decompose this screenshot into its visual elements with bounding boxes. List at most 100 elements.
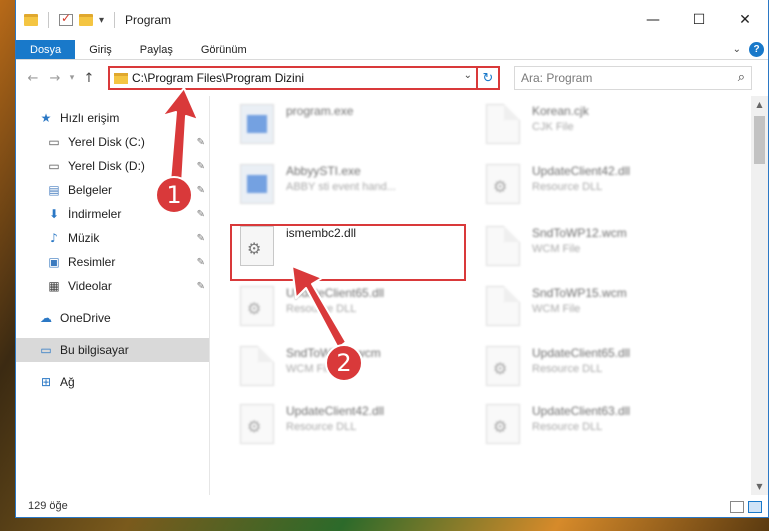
file-name: program.exe	[286, 104, 354, 118]
drive-icon: ▭	[48, 159, 60, 173]
file-type: Resource DLL	[286, 303, 357, 315]
customize-toolbar-icon[interactable]: ▾	[99, 15, 104, 26]
file-item[interactable]: UpdateClient65.dll Resource DLL	[486, 346, 726, 390]
file-item[interactable]: UpdateClient65.dll Resource DLL	[240, 286, 480, 330]
file-name: UpdateClient65.dll	[532, 346, 631, 360]
step-2-badge: 2	[325, 344, 363, 382]
tab-home[interactable]: Giriş	[75, 40, 126, 59]
item-count: 129 öğe	[28, 500, 68, 512]
file-item[interactable]: SndToWP12.wcm WCM File	[486, 226, 726, 270]
chevron-down-icon[interactable]: ⌄	[464, 70, 472, 81]
pictures-icon: ▣	[48, 255, 60, 269]
minimize-button[interactable]: —	[630, 0, 676, 40]
sidebar-item-label: Videolar	[68, 279, 112, 293]
file-item[interactable]: SndToWP15.wcm WCM File	[486, 286, 726, 330]
file-type: CJK File	[532, 121, 574, 133]
recent-locations-icon[interactable]: ▾	[66, 73, 78, 83]
file-type: ABBY sti event hand...	[286, 181, 396, 193]
status-bar: 129 öğe	[16, 495, 768, 517]
file-item[interactable]: AbbyySTI.exe ABBY sti event hand...	[240, 164, 480, 208]
file-type: Resource DLL	[532, 421, 603, 433]
pin-icon[interactable]: ✎	[197, 233, 205, 244]
pin-icon[interactable]: ✎	[197, 161, 205, 172]
quick-access-toolbar: ▾	[24, 11, 119, 28]
exe-icon	[240, 104, 274, 144]
tab-file[interactable]: Dosya	[16, 40, 76, 59]
file-item[interactable]: Korean.cjk CJK File	[486, 104, 726, 148]
file-name: UpdateClient42.dll	[532, 164, 631, 178]
file-name: UpdateClient63.dll	[532, 404, 631, 418]
network-icon: ⊞	[40, 375, 52, 389]
file-type: Resource DLL	[532, 181, 603, 193]
file-type: Resource DLL	[532, 363, 603, 375]
pin-icon[interactable]: ✎	[197, 257, 205, 268]
sidebar-item-network[interactable]: ⊞ Ağ	[16, 370, 209, 394]
up-icon[interactable]: ↑	[78, 71, 100, 86]
file-item[interactable]: UpdateClient42.dll Resource DLL	[486, 164, 726, 208]
folder-icon	[114, 72, 128, 84]
file-item[interactable]: UpdateClient63.dll Resource DLL	[486, 404, 726, 448]
file-icon	[486, 286, 520, 326]
highlight-box	[230, 224, 466, 281]
computer-icon: ▭	[40, 343, 52, 357]
dll-file-icon	[240, 286, 274, 326]
address-bar[interactable]: C:\Program Files\Program Dizini ⌄	[108, 66, 478, 90]
title-bar: ▾ Program — ☐ ✕	[16, 0, 768, 40]
search-input[interactable]: Ara: Program ⌕	[514, 66, 752, 90]
ribbon-tabs: Dosya Giriş Paylaş Görünüm ⌄ ?	[16, 40, 768, 60]
maximize-button[interactable]: ☐	[676, 0, 722, 40]
sidebar-item-label: Resimler	[68, 255, 116, 269]
sidebar-item-label: Bu bilgisayar	[60, 343, 129, 357]
navigation-pane: ★ Hızlı erişim ▭ Yerel Disk (C:) ✎ ▭ Yer…	[16, 96, 210, 495]
file-name: AbbyySTI.exe	[286, 164, 361, 178]
tab-view[interactable]: Görünüm	[187, 40, 261, 59]
music-icon: ♪	[50, 231, 58, 245]
file-type: Resource DLL	[286, 421, 357, 433]
tab-share[interactable]: Paylaş	[126, 40, 187, 59]
address-path: C:\Program Files\Program Dizini	[132, 71, 305, 85]
window-controls: — ☐ ✕	[630, 0, 768, 40]
close-button[interactable]: ✕	[722, 0, 768, 40]
search-placeholder: Ara: Program	[521, 71, 593, 85]
file-item[interactable]: UpdateClient42.dll Resource DLL	[240, 404, 480, 448]
vertical-scrollbar[interactable]: ▲ ▼	[751, 96, 768, 495]
sidebar-item-quick-access[interactable]: ★ Hızlı erişim	[16, 106, 209, 130]
file-list: program.exe AbbyySTI.exe ABBY sti event …	[210, 96, 768, 495]
properties-icon[interactable]	[59, 11, 73, 26]
sidebar-item-videos[interactable]: ▦ Videolar ✎	[16, 274, 209, 298]
tiles-view-icon[interactable]	[748, 501, 762, 513]
back-icon[interactable]: ←	[22, 71, 44, 86]
refresh-button[interactable]: ↻	[478, 66, 500, 90]
new-folder-icon[interactable]	[79, 14, 93, 26]
documents-icon: ▤	[48, 183, 60, 197]
pin-icon[interactable]: ✎	[197, 185, 205, 196]
divider	[114, 12, 116, 28]
pin-icon[interactable]: ✎	[197, 137, 205, 148]
exe-icon	[240, 164, 274, 204]
ribbon-right: ⌄ ?	[733, 42, 764, 57]
details-view-icon[interactable]	[730, 501, 744, 513]
pin-icon[interactable]: ✎	[197, 209, 205, 220]
divider	[48, 12, 49, 28]
sidebar-item-onedrive[interactable]: ☁ OneDrive	[16, 306, 209, 330]
dll-file-icon	[240, 404, 274, 444]
expand-ribbon-icon[interactable]: ⌄	[733, 44, 741, 55]
sidebar-item-music[interactable]: ♪ Müzik ✎	[16, 226, 209, 250]
forward-icon[interactable]: →	[44, 71, 66, 86]
sidebar-item-this-pc[interactable]: ▭ Bu bilgisayar	[16, 338, 209, 362]
sidebar-item-drive-d[interactable]: ▭ Yerel Disk (D:) ✎	[16, 154, 209, 178]
sidebar-item-pictures[interactable]: ▣ Resimler ✎	[16, 250, 209, 274]
file-item[interactable]: program.exe	[240, 104, 480, 148]
pin-icon[interactable]: ✎	[197, 281, 205, 292]
sidebar-item-drive-c[interactable]: ▭ Yerel Disk (C:) ✎	[16, 130, 209, 154]
file-icon	[486, 104, 520, 144]
scroll-down-icon[interactable]: ▼	[751, 482, 768, 491]
file-type: WCM File	[532, 243, 581, 255]
scroll-thumb[interactable]	[754, 116, 765, 164]
scroll-up-icon[interactable]: ▲	[751, 100, 768, 109]
sidebar-item-label: Müzik	[68, 231, 100, 245]
help-icon[interactable]: ?	[749, 42, 764, 57]
